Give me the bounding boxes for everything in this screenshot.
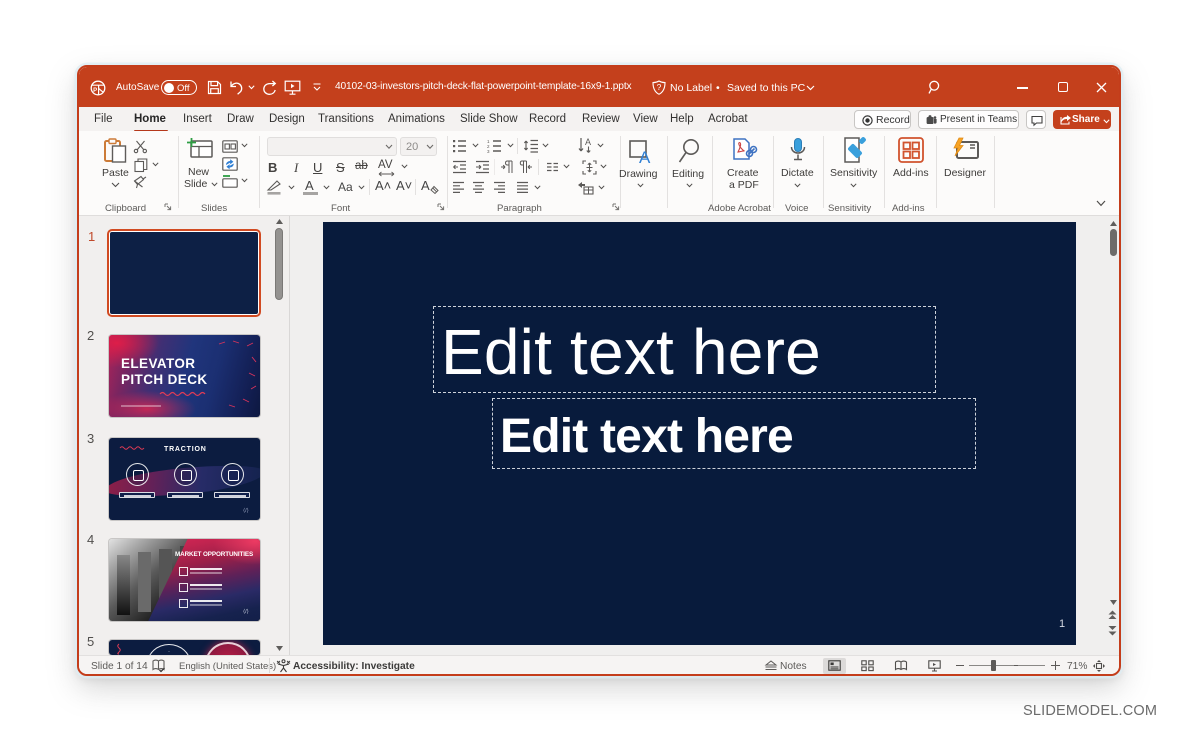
svg-text:A: A — [639, 148, 651, 167]
svg-text:P: P — [93, 88, 97, 94]
svg-text:3: 3 — [487, 149, 490, 154]
svg-text:A: A — [585, 137, 591, 147]
svg-text:?: ? — [657, 82, 662, 92]
